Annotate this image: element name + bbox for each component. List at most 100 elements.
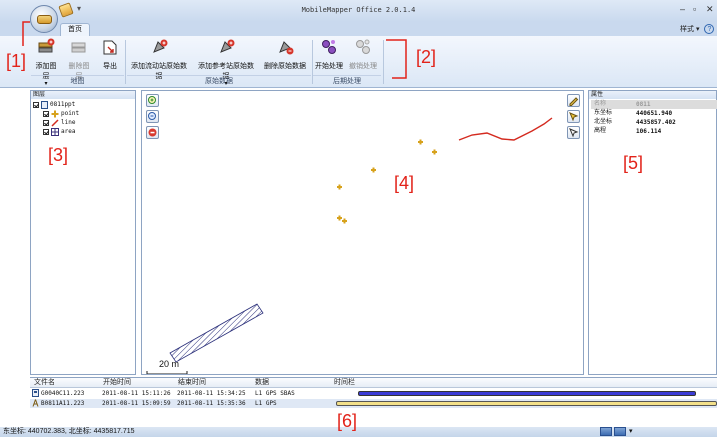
layer-item-label: area xyxy=(61,128,76,135)
delete-raw-data-label: 删除原始数据 xyxy=(264,63,306,70)
scale-bar-label: 20 m xyxy=(159,359,180,369)
layer-checkbox[interactable] xyxy=(43,128,49,135)
undo-processing-icon xyxy=(356,39,370,54)
end-time: 2011-08-11 15:34:25 xyxy=(177,390,246,397)
group-label-map: 地图 xyxy=(31,75,124,86)
layer-item-point[interactable]: point xyxy=(43,109,79,118)
tab-home[interactable]: 首页 xyxy=(60,23,90,36)
line-feature xyxy=(458,117,553,141)
properties-panel: 属性 名称 0811 东坐标 440651.940 北坐标 4435857.40… xyxy=(588,90,717,375)
layers-panel-title: 图层 xyxy=(31,91,135,99)
property-row[interactable]: 北坐标 4435857.402 xyxy=(591,118,717,127)
export-label: 导出 xyxy=(103,63,117,70)
point-features xyxy=(337,139,437,224)
data-type: L1 GPS SBAS xyxy=(255,390,295,397)
column-header-data[interactable]: 数据 xyxy=(255,378,269,388)
status-view-icon[interactable] xyxy=(600,427,612,436)
title-bar: MobileMapper Office 2.0.1.4 – ▫ ✕ xyxy=(0,0,717,22)
annotation-label: [3] xyxy=(48,145,69,165)
annotation-label: [6] xyxy=(337,411,358,431)
property-value: 440651.940 xyxy=(636,110,673,117)
property-key: 北坐标 xyxy=(594,119,613,125)
property-value: 106.114 xyxy=(636,128,662,135)
layer-checkbox[interactable] xyxy=(33,101,39,108)
layer-item-label: line xyxy=(61,119,76,126)
layer-tree-root[interactable]: 0811ppt xyxy=(33,100,75,109)
property-value: 4435857.402 xyxy=(636,119,676,126)
column-header-end-time[interactable]: 结束时间 xyxy=(178,378,206,388)
style-menu-arrow-icon: ▾ xyxy=(695,26,700,33)
undo-processing-button[interactable]: 撤销处理 xyxy=(348,38,378,71)
annotation-label: [1] xyxy=(6,51,27,71)
layer-checkbox[interactable] xyxy=(43,119,49,126)
application-menu-button[interactable] xyxy=(30,5,58,33)
table-row-selected[interactable]: B0811A11.223 2011-08-11 15:09:59 2011-08… xyxy=(30,399,717,408)
start-time: 2011-08-11 15:09:59 xyxy=(102,400,171,407)
layer-item-area[interactable]: area xyxy=(43,127,75,136)
start-processing-icon xyxy=(322,40,336,54)
antenna-icon xyxy=(32,399,39,410)
timeline-bar xyxy=(336,401,717,406)
line-icon xyxy=(51,118,59,127)
delete-raw-data-button[interactable]: 删除原始数据 xyxy=(262,38,308,71)
layer-item-line[interactable]: line xyxy=(43,118,75,127)
point-icon xyxy=(51,110,59,117)
layer-item-label: point xyxy=(61,110,80,117)
raw-data-table: 文件名 开始时间 结束时间 数据 时间栏 G0040C11.223 2011-0… xyxy=(30,377,717,427)
scale-bar xyxy=(146,371,188,374)
export-button[interactable]: 导出 xyxy=(99,38,121,71)
delete-layer-icon xyxy=(71,42,86,53)
property-value: 0811 xyxy=(636,101,651,108)
minimize-button[interactable]: – xyxy=(680,4,685,14)
property-row[interactable]: 高程 106.114 xyxy=(591,127,717,136)
start-processing-label: 开始处理 xyxy=(315,63,343,70)
export-icon xyxy=(103,40,117,55)
table-row[interactable]: G0040C11.223 2011-08-11 15:11:26 2011-08… xyxy=(30,389,717,398)
start-time: 2011-08-11 15:11:26 xyxy=(102,390,171,397)
ribbon: 添加图层 ▾ 删除图层 导出 地图 添加流动站原始数据 添加参考站原始数据 ▾ … xyxy=(0,36,717,88)
map-view[interactable]: 20 m xyxy=(141,90,584,375)
table-header xyxy=(30,378,717,388)
group-label-post-processing: 后期处理 xyxy=(313,75,381,86)
properties-panel-title: 属性 xyxy=(589,91,716,99)
data-type: L1 GPS xyxy=(255,400,277,407)
file-name: G0040C11.223 xyxy=(41,390,85,397)
layer-root-label: 0811ppt xyxy=(50,101,76,108)
layer-checkbox[interactable] xyxy=(43,110,49,117)
status-dropdown-icon[interactable]: ▾ xyxy=(629,427,633,437)
property-key: 名称 xyxy=(594,101,607,107)
end-time: 2011-08-11 15:35:36 xyxy=(177,400,246,407)
quick-access-dropdown-icon[interactable]: ▾ xyxy=(77,4,81,13)
close-button[interactable]: ✕ xyxy=(706,4,714,15)
file-name: B0811A11.223 xyxy=(41,400,85,407)
column-header-start-time[interactable]: 开始时间 xyxy=(103,378,131,388)
column-header-file[interactable]: 文件名 xyxy=(34,378,55,388)
group-separator xyxy=(125,40,126,84)
property-row[interactable]: 东坐标 440651.940 xyxy=(591,109,717,118)
status-coordinates: 东坐标: 440702.383, 北坐标: 4435817.715 xyxy=(3,428,135,435)
annotation-label: [4] xyxy=(394,173,415,193)
help-icon[interactable]: ? xyxy=(704,24,715,34)
maximize-button[interactable]: ▫ xyxy=(693,4,696,14)
undo-processing-label: 撤销处理 xyxy=(349,63,377,70)
layers-panel: 图层 0811ppt point line area xyxy=(30,90,136,375)
app-logo-icon xyxy=(37,15,52,24)
property-row[interactable]: 名称 0811 xyxy=(591,100,717,109)
window-title: MobileMapper Office 2.0.1.4 xyxy=(301,6,416,14)
timeline-bar xyxy=(358,391,696,396)
add-reference-data-icon xyxy=(220,39,235,53)
add-layer-icon xyxy=(38,38,55,53)
property-key: 东坐标 xyxy=(594,110,613,116)
column-header-timeline[interactable]: 时间栏 xyxy=(334,378,355,388)
annotation-label: [2] xyxy=(416,47,437,67)
style-menu[interactable]: 样式 ▾ ? xyxy=(680,24,715,34)
status-settings-icon[interactable] xyxy=(614,427,626,436)
start-processing-button[interactable]: 开始处理 xyxy=(314,38,344,71)
add-rover-data-icon xyxy=(153,39,168,53)
ribbon-tab-row: 首页 样式 ▾ ? xyxy=(0,22,717,36)
delete-raw-data-icon xyxy=(279,41,294,55)
group-label-raw-data: 原始数据 xyxy=(127,75,311,86)
group-separator xyxy=(383,40,384,84)
annotation-label: [5] xyxy=(623,153,644,173)
status-bar: 东坐标: 440702.383, 北坐标: 4435817.715 ▾ xyxy=(0,427,717,437)
